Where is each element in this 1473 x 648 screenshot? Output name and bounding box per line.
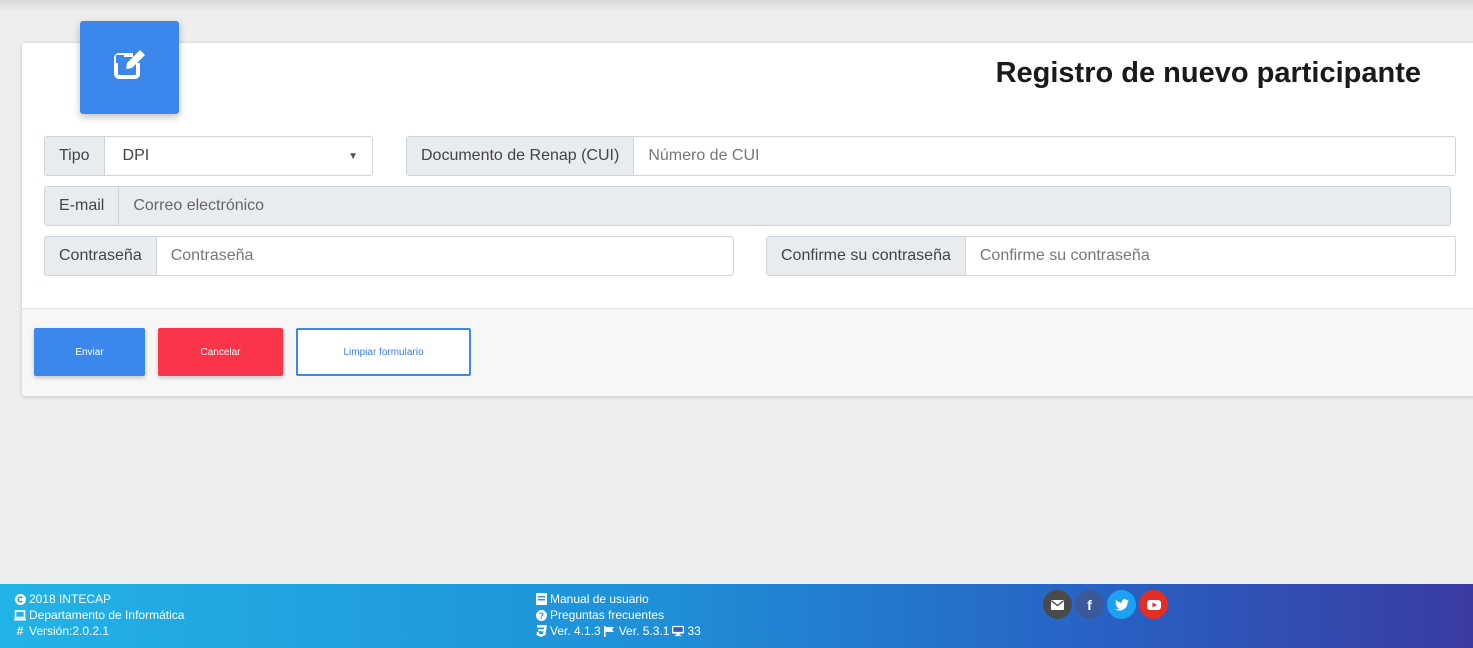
clear-form-button[interactable]: Limpiar formulario [296, 328, 471, 376]
cui-group: Documento de Renap (CUI) Número de CUI [406, 136, 1456, 176]
email-label: E-mail [45, 187, 120, 225]
faq-link[interactable]: ? Preguntas frecuentes [535, 607, 701, 623]
footer-col-help: Manual de usuario ? Preguntas frecuentes… [535, 591, 701, 639]
confirm-password-group: Confirme su contraseña Confirme su contr… [766, 236, 1456, 276]
password-label: Contraseña [45, 237, 157, 275]
footer-department: Departamento de Informática [14, 607, 184, 623]
top-shadow [0, 0, 1473, 12]
flag-icon [604, 625, 616, 637]
cancel-button[interactable]: Cancelar [158, 328, 283, 376]
twitter-icon[interactable] [1107, 590, 1136, 619]
page-title: Registro de nuevo participante [995, 57, 1421, 89]
manual-link[interactable]: Manual de usuario [535, 591, 701, 607]
footer-versions: Ver. 4.1.3 Ver. 5.3.1 33 [535, 623, 701, 639]
edit-icon [113, 48, 147, 87]
book-icon [535, 593, 547, 605]
youtube-icon[interactable] [1139, 590, 1168, 619]
password-input[interactable]: Contraseña [157, 237, 733, 275]
confirm-password-label: Confirme su contraseña [767, 237, 966, 275]
question-circle-icon: ? [535, 609, 547, 621]
social-links: f [1043, 590, 1168, 619]
cui-input[interactable]: Número de CUI [634, 137, 1455, 175]
css3-icon [535, 625, 547, 637]
card-header-badge [80, 21, 179, 114]
tipo-label: Tipo [45, 137, 105, 175]
desktop-icon [672, 625, 685, 637]
password-group: Contraseña Contraseña [44, 236, 734, 276]
caret-down-icon: ▼ [348, 150, 358, 162]
tipo-select[interactable]: DPI ▼ [105, 137, 372, 175]
tipo-group: Tipo DPI ▼ [44, 136, 373, 176]
laptop-icon [14, 609, 26, 621]
tipo-value: DPI [122, 147, 150, 164]
copyright-icon [14, 593, 26, 605]
footer-version: # Versión:2.0.2.1 [14, 623, 184, 639]
footer-col-info: 2018 INTECAP Departamento de Informática… [14, 591, 184, 639]
email-input[interactable]: Correo electrónico [119, 187, 1450, 225]
footer-copyright: 2018 INTECAP [14, 591, 184, 607]
facebook-icon[interactable]: f [1075, 590, 1104, 619]
email-group: E-mail Correo electrónico [44, 186, 1451, 226]
hashtag-icon: # [16, 624, 24, 638]
site-footer: 2018 INTECAP Departamento de Informática… [0, 584, 1473, 648]
send-button[interactable]: Enviar [34, 328, 145, 376]
envelope-icon[interactable] [1043, 590, 1072, 619]
cui-label: Documento de Renap (CUI) [407, 137, 635, 175]
svg-text:?: ? [538, 611, 543, 620]
confirm-password-input[interactable]: Confirme su contraseña [966, 237, 1455, 275]
